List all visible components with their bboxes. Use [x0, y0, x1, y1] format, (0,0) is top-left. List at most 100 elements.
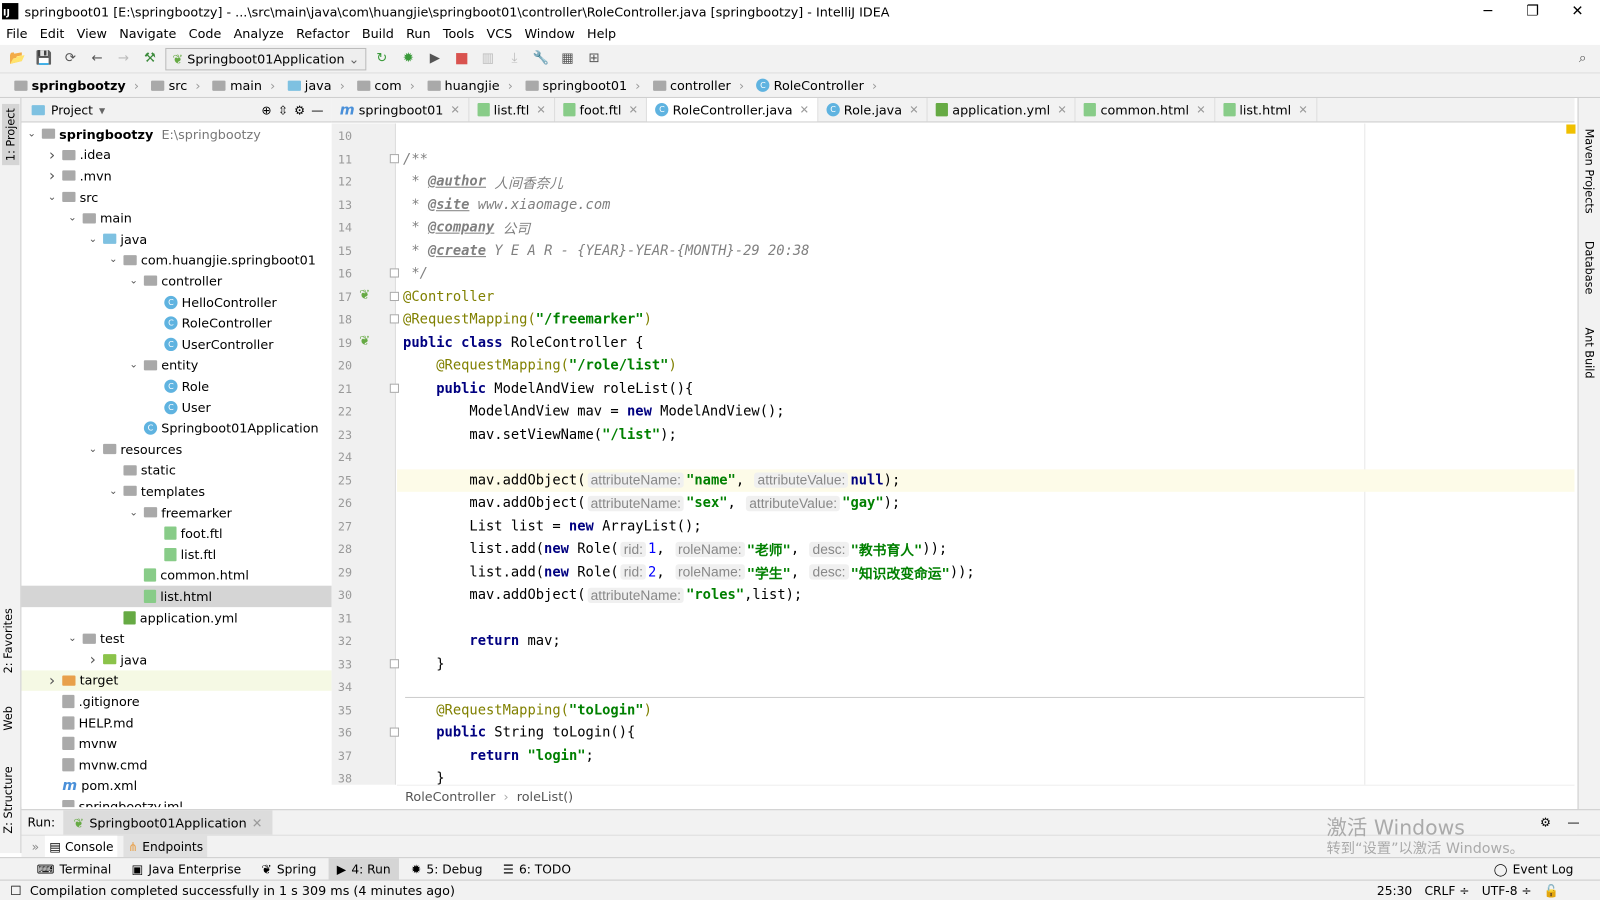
code-line[interactable]: return "login";: [397, 744, 1575, 767]
project-structure-icon[interactable]: ▦: [556, 47, 578, 69]
tree-item[interactable]: foot.ftl: [21, 523, 331, 544]
chevron-down-icon[interactable]: ⌄: [26, 128, 38, 139]
tree-item[interactable]: list.html: [21, 585, 332, 607]
minimize-button[interactable]: ─: [1465, 0, 1510, 22]
search-icon[interactable]: ⌕: [1571, 47, 1593, 69]
code-line[interactable]: public class RoleController {: [397, 331, 1575, 354]
tool-java-enterprise[interactable]: ▣ Java Enterprise: [124, 858, 250, 880]
menu-edit[interactable]: Edit: [34, 26, 71, 41]
rerun-icon[interactable]: ↻: [371, 47, 393, 69]
code-line[interactable]: ModelAndView mav = new ModelAndView();: [397, 400, 1575, 423]
run-tab[interactable]: ❦ Springboot01Application ✕: [63, 810, 273, 835]
code-line[interactable]: list.add(new Role(rid: 1, roleName: "老师", …: [397, 538, 1575, 561]
code-line[interactable]: @Controller: [397, 285, 1575, 308]
tree-item[interactable]: C UserController: [21, 334, 331, 355]
code-line[interactable]: public String toLogin(){: [397, 721, 1575, 744]
gear-icon[interactable]: ⚙: [1540, 815, 1551, 829]
debug-icon[interactable]: ✹: [397, 47, 419, 69]
chevron-down-icon[interactable]: ▾: [99, 103, 105, 117]
code-line[interactable]: * @site www.xiaomage.com: [397, 193, 1575, 216]
hide-icon[interactable]: —: [311, 103, 323, 117]
tool-maven[interactable]: Maven Projects: [1583, 129, 1596, 214]
tree-item[interactable]: springbootzy.iml: [21, 796, 331, 808]
settings-wrench-icon[interactable]: 🔧: [530, 47, 552, 69]
menu-vcs[interactable]: VCS: [480, 26, 518, 41]
run-configuration-select[interactable]: ❦ Springboot01Application ⌄: [165, 47, 367, 70]
tab-role-java[interactable]: C Role.java ✕: [818, 97, 928, 122]
menu-file[interactable]: File: [0, 26, 34, 41]
attach-icon[interactable]: ▥: [477, 47, 499, 69]
code-editor[interactable]: /** * @author 人间香奈儿 * @site www.xiaomage…: [396, 123, 1575, 785]
warning-marker[interactable]: [1566, 124, 1576, 134]
close-icon[interactable]: ✕: [1298, 103, 1307, 116]
tree-item[interactable]: › target: [21, 669, 332, 692]
menu-build[interactable]: Build: [356, 26, 400, 41]
tool-5-debug[interactable]: ✹ 5: Debug: [403, 858, 491, 880]
tree-item[interactable]: .gitignore: [21, 691, 331, 712]
close-icon[interactable]: ✕: [536, 103, 545, 116]
code-line[interactable]: */: [397, 262, 1575, 285]
breadcrumb-method[interactable]: roleList(): [517, 789, 573, 804]
code-line[interactable]: mav.setViewName("/list");: [397, 423, 1575, 446]
code-line[interactable]: * @author 人间香奈儿: [397, 170, 1575, 193]
code-line[interactable]: [397, 446, 1575, 469]
tree-item[interactable]: ⌄ springbootzy E:\springbootzy: [21, 123, 331, 144]
code-line[interactable]: }: [397, 767, 1575, 785]
breadcrumb-item[interactable]: java: [281, 78, 351, 93]
breadcrumb-item[interactable]: huangjie: [421, 78, 519, 93]
tree-item[interactable]: mvnw: [21, 733, 331, 754]
tool-6-todo[interactable]: ☰ 6: TODO: [495, 858, 579, 880]
tree-item[interactable]: ⌄ controller: [21, 271, 331, 292]
close-icon[interactable]: ✕: [1196, 103, 1205, 116]
menu-code[interactable]: Code: [183, 26, 228, 41]
tool-ant-build[interactable]: Ant Build: [1583, 328, 1596, 379]
tab-common-html[interactable]: common.html ✕: [1076, 97, 1215, 122]
spring-gutter-icon[interactable]: ❦: [359, 287, 370, 302]
chevron-down-icon[interactable]: ⌄: [46, 191, 58, 202]
tree-item[interactable]: list.ftl: [21, 544, 331, 565]
gear-icon[interactable]: ⚙: [294, 103, 305, 117]
chevron-down-icon[interactable]: ⌄: [66, 212, 78, 223]
code-line[interactable]: List list = new ArrayList();: [397, 515, 1575, 538]
tree-item[interactable]: ⌄ src: [21, 187, 331, 208]
tree-item[interactable]: mvnw.cmd: [21, 754, 331, 775]
tab-springboot01[interactable]: m springboot01 ✕: [332, 97, 470, 122]
forward-icon[interactable]: →: [112, 47, 134, 69]
tree-item[interactable]: › .idea: [21, 144, 331, 165]
chevron-down-icon[interactable]: ⌄: [107, 254, 119, 265]
tree-item[interactable]: common.html: [21, 565, 331, 586]
download-icon[interactable]: ⤓: [503, 47, 525, 69]
menu-analyze[interactable]: Analyze: [227, 26, 290, 41]
back-icon[interactable]: ←: [86, 47, 108, 69]
close-button[interactable]: ✕: [1555, 0, 1600, 22]
chevron-down-icon[interactable]: ⌄: [87, 233, 99, 244]
tool-structure[interactable]: Z: Structure: [2, 766, 15, 833]
code-line[interactable]: }: [397, 653, 1575, 676]
tree-item[interactable]: ⌄ resources: [21, 439, 331, 460]
tree-item[interactable]: › java: [21, 649, 331, 670]
chevron-right-icon[interactable]: ›: [87, 650, 99, 668]
tool-4-run[interactable]: ▶ 4: Run: [328, 857, 399, 881]
chevron-right-icon[interactable]: ›: [46, 671, 58, 689]
lock-icon[interactable]: 🔓: [1544, 883, 1559, 897]
sdk-icon[interactable]: ⊞: [583, 47, 605, 69]
code-line[interactable]: /**: [397, 147, 1575, 170]
chevron-down-icon[interactable]: ⌄: [128, 275, 140, 286]
spring-bean-gutter-icon[interactable]: ❦: [359, 333, 370, 348]
coverage-icon[interactable]: ▶: [424, 47, 446, 69]
tool-favorites[interactable]: 2: Favorites: [2, 608, 15, 673]
breadcrumb-item[interactable]: src: [145, 78, 206, 93]
menu-window[interactable]: Window: [518, 26, 581, 41]
menu-run[interactable]: Run: [400, 26, 437, 41]
close-icon[interactable]: ✕: [629, 103, 638, 116]
collapse-icon[interactable]: ⇳: [278, 103, 288, 117]
hide-icon[interactable]: —: [1567, 815, 1579, 829]
breadcrumb-item[interactable]: main: [207, 78, 282, 93]
open-icon[interactable]: 📂: [6, 47, 28, 69]
caret-position[interactable]: 25:30: [1377, 883, 1412, 897]
close-icon[interactable]: ✕: [1057, 103, 1066, 116]
tab-console[interactable]: ▤ Console: [45, 835, 118, 858]
menu-tools[interactable]: Tools: [437, 26, 481, 41]
chevron-right-icon[interactable]: ›: [46, 167, 58, 185]
tab-foot-ftl[interactable]: foot.ftl ✕: [555, 97, 648, 122]
